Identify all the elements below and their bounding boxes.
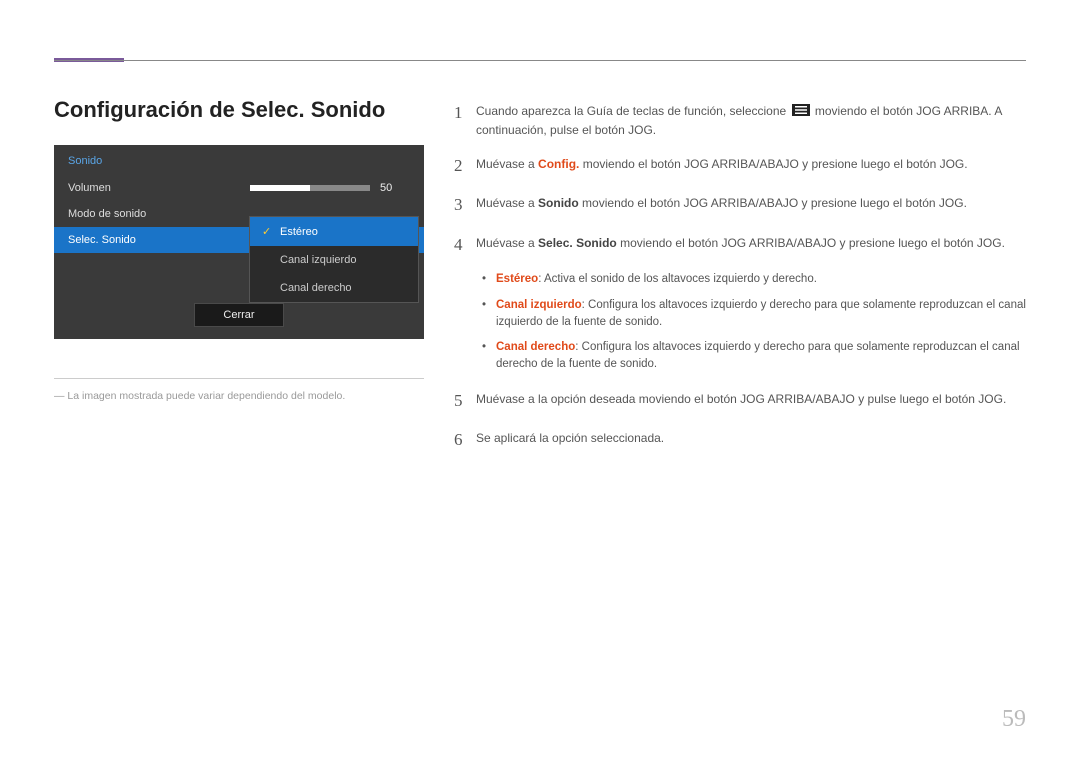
close-button: Cerrar (194, 303, 284, 327)
submenu-left: Canal izquierdo (250, 246, 418, 274)
page-number: 59 (1002, 706, 1026, 733)
step-5: 5 Muévase a la opción deseada moviendo e… (454, 388, 1026, 414)
header-rule (54, 60, 1026, 61)
submenu-stereo-label: Estéreo (280, 226, 318, 238)
bullet-right: Canal derecho: Configura los altavoces i… (482, 339, 1026, 374)
bullet-stereo: Estéreo: Activa el sonido de los altavoc… (482, 271, 1026, 288)
step-6: 6 Se aplicará la opción seleccionada. (454, 427, 1026, 453)
osd-menu-title: Sonido (54, 145, 424, 175)
volume-value: 50 (380, 182, 392, 194)
options-list: Estéreo: Activa el sonido de los altavoc… (482, 271, 1026, 373)
page-title: Configuración de Selec. Sonido (54, 97, 385, 123)
submenu-right: Canal derecho (250, 274, 418, 302)
step-3: 3 Muévase a Sonido moviendo el botón JOG… (454, 192, 1026, 218)
step-4: 4 Muévase a Selec. Sonido moviendo el bo… (454, 232, 1026, 258)
note-rule (54, 378, 424, 379)
osd-volume-label: Volumen (68, 182, 250, 194)
volume-fill (250, 185, 310, 191)
osd-submenu: ✓ Estéreo Canal izquierdo Canal derecho (249, 216, 419, 303)
step-1: 1 Cuando aparezca la Guía de teclas de f… (454, 100, 1026, 139)
submenu-left-label: Canal izquierdo (280, 254, 356, 266)
image-note: ― La imagen mostrada puede variar depend… (54, 390, 424, 402)
check-icon: ✓ (262, 225, 274, 238)
submenu-stereo: ✓ Estéreo (250, 217, 418, 246)
submenu-right-label: Canal derecho (280, 282, 352, 294)
step-2: 2 Muévase a Config. moviendo el botón JO… (454, 153, 1026, 179)
osd-panel: Sonido Volumen 50 Modo de sonido Selec. … (54, 145, 424, 339)
bullet-left: Canal izquierdo: Configura los altavoces… (482, 297, 1026, 332)
menu-icon (792, 103, 810, 121)
osd-volume-row: Volumen 50 (54, 175, 424, 201)
steps-list: 1 Cuando aparezca la Guía de teclas de f… (454, 100, 1026, 467)
volume-slider: 50 (250, 182, 410, 194)
